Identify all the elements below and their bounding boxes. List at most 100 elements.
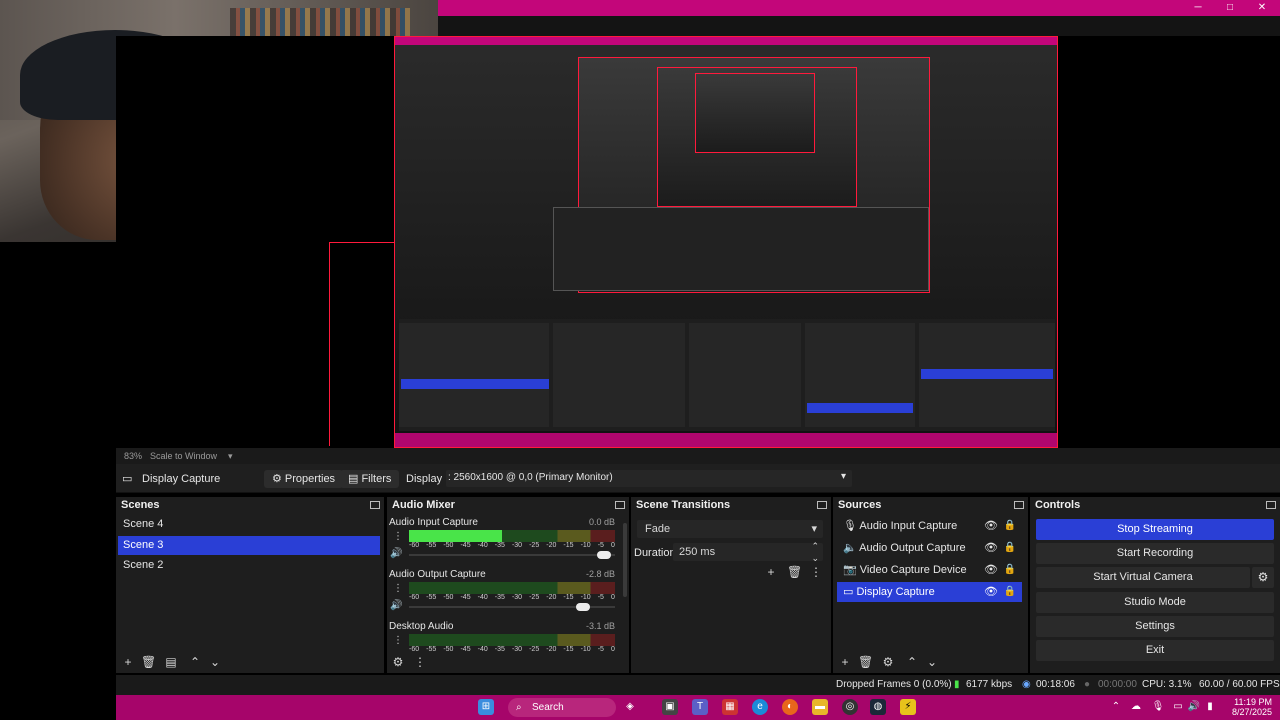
widgets-icon[interactable]: ◈ [622,699,638,715]
add-source-icon[interactable]: + [838,655,852,669]
scene-item-selected[interactable]: Scene 3 [118,536,380,555]
teams-icon[interactable]: T [692,699,708,715]
battery-icon[interactable]: ▮ [1202,699,1218,715]
meter-tick-label: -60 [409,542,420,549]
preview-nested-dock-row [399,319,1055,431]
scene-item[interactable]: Scene 2 [118,556,380,575]
monitor-icon: ▭ [843,586,857,598]
lock-icon[interactable]: 🔒 [1004,516,1016,536]
preview-nested-taskbar [395,433,1057,447]
trash-icon[interactable]: 🗑 [141,655,156,669]
studio-mode-button[interactable]: Studio Mode [1036,592,1274,613]
eye-icon[interactable]: 👁 [984,560,998,580]
lock-icon[interactable]: 🔒 [1004,582,1016,602]
properties-button[interactable]: ⚙ Properties [264,470,344,488]
maximize-icon[interactable]: □ [1215,0,1245,16]
channel-name: Desktop Audio [389,621,454,632]
minimize-icon[interactable]: ─ [1183,0,1213,16]
scene-filters-icon[interactable]: ▤ [164,655,178,669]
firefox-icon[interactable]: ◐ [782,699,798,715]
transition-menu-icon[interactable]: ⋮ [809,565,823,579]
eye-icon[interactable]: 👁 [984,538,998,558]
windows-start-icon[interactable]: ⊞ [478,699,494,715]
cloud-icon[interactable]: ☁ [1128,699,1144,715]
preview-nested-titlebar [395,37,1057,45]
gear-icon[interactable]: ⚙ [881,655,895,669]
channel-menu-icon[interactable]: ⋮ [393,635,403,646]
store-icon[interactable]: ▦ [722,699,738,715]
stream-icon: ◉ [1022,679,1031,690]
source-item[interactable]: 📷 Video Capture Device 👁 🔒 [837,560,1022,580]
chevron-down-icon[interactable]: ▾ [228,451,233,462]
trash-icon[interactable]: 🗑 [787,565,802,579]
lock-icon[interactable]: 🔒 [1004,538,1016,558]
taskbar-search[interactable]: ⌕ Search [508,698,616,717]
duration-value: 250 ms [679,546,716,558]
eye-icon[interactable]: 👁 [984,582,998,602]
settings-button[interactable]: Settings [1036,616,1274,637]
start-virtual-camera-button[interactable]: Start Virtual Camera [1036,567,1250,588]
mixer-scrollbar[interactable] [623,523,627,597]
trash-icon[interactable]: 🗑 [858,655,873,669]
channel-name: Audio Output Capture [389,569,486,580]
mixer-channel: Audio Output Capture -2.8 dB ⋮ -60 -55 -50… [387,569,617,621]
preview-canvas[interactable] [394,36,1058,448]
close-icon[interactable]: ✕ [1247,0,1277,16]
network-icon[interactable]: ▭ [1170,699,1186,715]
virtual-camera-settings-icon[interactable]: ⚙ [1252,567,1274,588]
source-item[interactable]: 🔈 Audio Output Capture 👁 🔒 [837,538,1022,558]
mixer-menu-icon[interactable]: ⋮ [413,655,427,669]
taskbar-clock[interactable]: 11:19 PM 8/27/2025 [1232,697,1272,717]
edge-icon[interactable]: e [752,699,768,715]
move-down-icon[interactable]: ⌄ [208,655,222,669]
scale-mode-select[interactable]: Scale to Window [150,451,217,461]
move-up-icon[interactable]: ⌃ [905,655,919,669]
volume-slider[interactable] [409,603,615,611]
steam-icon[interactable]: ◍ [870,699,886,715]
meter-tick-label: -60 [409,594,420,601]
move-up-icon[interactable]: ⌃ [188,655,202,669]
source-item[interactable]: 🎙 Audio Input Capture 👁 🔒 [837,516,1022,536]
volume-slider[interactable] [409,551,615,559]
camera-icon: 📷 [843,564,860,576]
transition-select[interactable]: Fade ▾ [637,520,823,538]
add-transition-icon[interactable]: + [764,565,778,579]
move-down-icon[interactable]: ⌄ [925,655,939,669]
search-icon: ⌕ [516,702,522,713]
app-icon[interactable]: ⚡ [900,699,916,715]
obs-icon[interactable]: ◎ [842,699,858,715]
lock-icon[interactable]: 🔒 [1004,560,1016,580]
speaker-icon[interactable]: 🔊 [390,600,402,611]
task-view-icon[interactable]: ▣ [662,699,678,715]
exit-button[interactable]: Exit [1036,640,1274,661]
channel-menu-icon[interactable]: ⋮ [393,583,403,594]
undock-icon[interactable] [1266,501,1276,509]
add-scene-icon[interactable]: + [121,655,135,669]
duration-spinbox[interactable]: 250 ms ⌃ ⌄ [673,540,823,564]
gear-icon: ⚙ [272,473,285,485]
source-item-selected[interactable]: ▭ Display Capture 👁 🔒 [837,582,1022,602]
speaker-icon[interactable]: 🔊 [390,548,402,559]
display-select[interactable]: : 2560x1600 @ 0,0 (Primary Monitor) ▾ [446,470,852,487]
undock-icon[interactable] [370,501,380,509]
undock-icon[interactable] [615,501,625,509]
undock-icon[interactable] [817,501,827,509]
start-recording-button[interactable]: Start Recording [1036,543,1274,564]
sources-dock: Sources 🎙 Audio Input Capture 👁 🔒 🔈 Audio… [833,497,1028,673]
volume-slider-handle[interactable] [576,603,591,611]
volume-slider-handle[interactable] [596,551,611,559]
microphone-icon[interactable]: 🎙 [1150,699,1166,715]
scene-item[interactable]: Scene 4 [118,515,380,534]
meter-tick-label: -55 [426,542,437,549]
eye-icon[interactable]: 👁 [984,516,998,536]
chevron-up-icon[interactable]: ⌃ [1108,699,1124,715]
channel-menu-icon[interactable]: ⋮ [393,531,403,542]
stop-streaming-button[interactable]: Stop Streaming [1036,519,1274,540]
file-explorer-icon[interactable]: ▬ [812,699,828,715]
gear-icon[interactable]: ⚙ [391,655,405,669]
filters-button[interactable]: ▤ Filters [340,470,400,488]
volume-icon[interactable]: 🔊 [1186,699,1202,715]
undock-icon[interactable] [1014,501,1024,509]
meter-tick-label: -35 [494,594,505,601]
spin-arrows-icon[interactable]: ⌃ ⌄ [811,540,819,564]
